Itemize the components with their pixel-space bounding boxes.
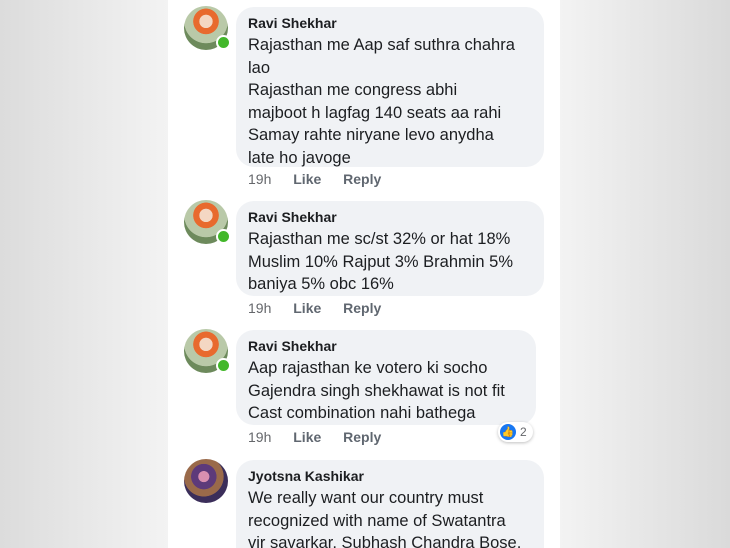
reply-button[interactable]: Reply xyxy=(343,300,381,316)
background-left xyxy=(0,0,168,548)
reaction-count: 2 xyxy=(520,425,527,439)
comment-bubble: Ravi Shekhar Rajasthan me Aap saf suthra… xyxy=(236,7,544,167)
comment-time[interactable]: 19h xyxy=(248,300,271,316)
reply-button[interactable]: Reply xyxy=(343,171,381,187)
thumbs-up-icon: 👍 xyxy=(500,424,516,440)
comment-bubble: Ravi Shekhar Rajasthan me sc/st 32% or h… xyxy=(236,201,544,296)
avatar[interactable] xyxy=(184,459,228,503)
like-button[interactable]: Like xyxy=(293,429,321,445)
online-status-icon xyxy=(216,229,231,244)
comment-time[interactable]: 19h xyxy=(248,429,271,445)
comment-time[interactable]: 19h xyxy=(248,171,271,187)
comment-author[interactable]: Ravi Shekhar xyxy=(248,209,530,225)
reaction-summary[interactable]: 👍 2 xyxy=(498,422,533,442)
reply-button[interactable]: Reply xyxy=(343,429,381,445)
online-status-icon xyxy=(216,358,231,373)
comments-panel: Ravi Shekhar Rajasthan me Aap saf suthra… xyxy=(168,0,560,548)
like-button[interactable]: Like xyxy=(293,171,321,187)
online-status-icon xyxy=(216,35,231,50)
comment-actions: 19h Like Reply xyxy=(248,429,399,445)
comment-bubble: Jyotsna Kashikar We really want our coun… xyxy=(236,460,544,548)
comment-author[interactable]: Ravi Shekhar xyxy=(248,338,522,354)
comment-author[interactable]: Ravi Shekhar xyxy=(248,15,530,31)
comment-text: Rajasthan me sc/st 32% or hat 18% Muslim… xyxy=(248,230,514,293)
comment-actions: 19h Like Reply xyxy=(248,171,399,187)
comment-bubble: Ravi Shekhar Aap rajasthan ke votero ki … xyxy=(236,330,536,425)
comment-text: Aap rajasthan ke votero ki socho Gajendr… xyxy=(248,359,505,422)
comment-actions: 19h Like Reply xyxy=(248,300,399,316)
background-right xyxy=(560,0,730,548)
comment-author[interactable]: Jyotsna Kashikar xyxy=(248,468,530,484)
comment-text: Rajasthan me Aap saf suthra chahra lao R… xyxy=(248,36,515,167)
like-button[interactable]: Like xyxy=(293,300,321,316)
comment-text: We really want our country must recogniz… xyxy=(248,489,522,548)
